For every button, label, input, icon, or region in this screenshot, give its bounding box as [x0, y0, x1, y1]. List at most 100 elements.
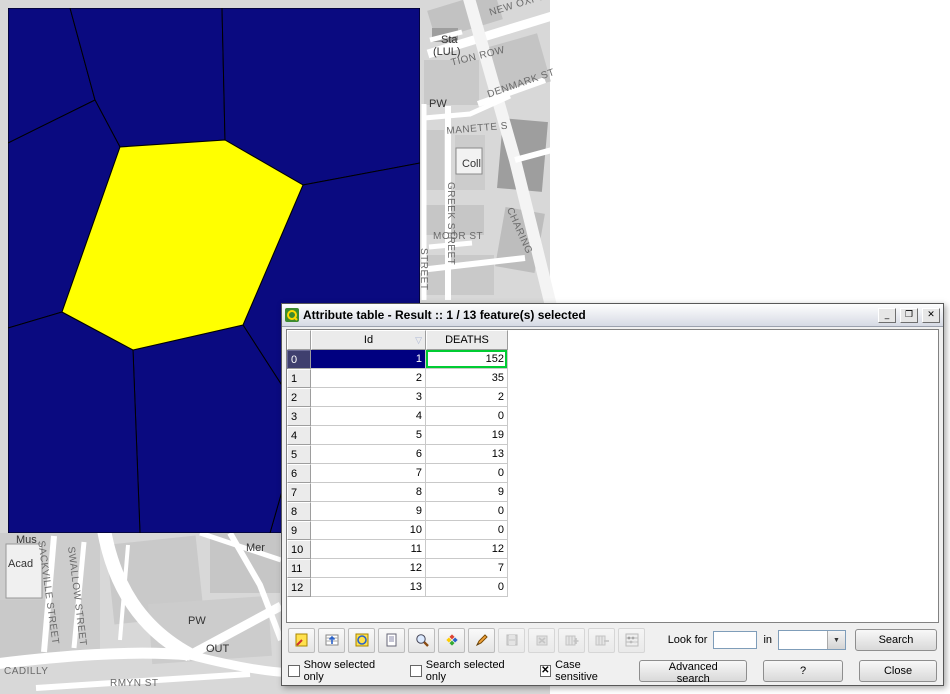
table-row: 7 8 9 [287, 483, 938, 502]
cell-id[interactable]: 11 [311, 540, 426, 559]
cell-id[interactable]: 8 [311, 483, 426, 502]
cell-id[interactable]: 4 [311, 407, 426, 426]
cell-id[interactable]: 7 [311, 464, 426, 483]
dialog-body: Id ▽ DEATHS 0 1 152 1 2 35 [282, 327, 943, 685]
cell-id[interactable]: 6 [311, 445, 426, 464]
close-window-button[interactable]: ✕ [922, 308, 940, 323]
checkbox-box[interactable]: ✕ [540, 665, 552, 677]
show-selected-only-checkbox[interactable]: Show selected only [288, 659, 394, 683]
row-header[interactable]: 1 [287, 369, 311, 388]
street-label: CADILLY [4, 666, 48, 677]
checkbox-box[interactable] [410, 665, 422, 677]
cell-deaths[interactable]: 2 [426, 388, 508, 407]
checkbox-label: Case sensitive [555, 659, 623, 683]
cell-id[interactable]: 10 [311, 521, 426, 540]
poi-label: PW [429, 98, 447, 110]
row-header[interactable]: 10 [287, 540, 311, 559]
checkbox-box[interactable] [288, 665, 300, 677]
unselect-all-icon [294, 632, 310, 648]
toggle-editing-button[interactable] [468, 628, 495, 653]
column-header-id[interactable]: Id ▽ [311, 330, 426, 350]
cell-deaths[interactable]: 19 [426, 426, 508, 445]
cell-deaths[interactable]: 0 [426, 578, 508, 597]
cell-deaths[interactable]: 0 [426, 521, 508, 540]
cell-id[interactable]: 12 [311, 559, 426, 578]
close-button[interactable]: Close [859, 660, 937, 682]
row-header[interactable]: 5 [287, 445, 311, 464]
dialog-footer: Show selected only Search selected only … [286, 657, 939, 685]
maximize-button[interactable]: ❐ [900, 308, 918, 323]
cell-id[interactable]: 9 [311, 502, 426, 521]
checkbox-label: Show selected only [304, 659, 395, 683]
column-header-label: DEATHS [445, 334, 489, 346]
row-header[interactable]: 0 [287, 350, 311, 369]
help-button[interactable]: ? [763, 660, 843, 682]
cell-deaths[interactable]: 35 [426, 369, 508, 388]
save-edits-icon [504, 632, 520, 648]
attribute-table-window: Attribute table - Result :: 1 / 13 featu… [281, 303, 944, 686]
cell-id[interactable]: 1 [311, 350, 426, 369]
chevron-down-icon[interactable]: ▼ [827, 631, 845, 649]
search-selected-only-checkbox[interactable]: Search selected only [410, 659, 523, 683]
table-row: 3 4 0 [287, 407, 938, 426]
delete-selected-button [528, 628, 555, 653]
table-row: 9 10 0 [287, 521, 938, 540]
cell-deaths[interactable]: 152 [426, 350, 508, 369]
cell-deaths[interactable]: 0 [426, 502, 508, 521]
cell-deaths[interactable]: 0 [426, 464, 508, 483]
invert-selection-icon [354, 632, 370, 648]
field-calculator-button [618, 628, 645, 653]
row-header[interactable]: 3 [287, 407, 311, 426]
cell-id[interactable]: 2 [311, 369, 426, 388]
row-header[interactable]: 11 [287, 559, 311, 578]
poi-label: Mer [246, 542, 265, 554]
in-label: in [763, 634, 772, 646]
minimize-button[interactable]: _ [878, 308, 896, 323]
in-field-dropdown[interactable]: ▼ [778, 630, 846, 650]
delete-column-icon [594, 632, 610, 648]
cell-id[interactable]: 5 [311, 426, 426, 445]
cell-deaths[interactable]: 7 [426, 559, 508, 578]
case-sensitive-checkbox[interactable]: ✕ Case sensitive [540, 659, 624, 683]
cell-deaths[interactable]: 9 [426, 483, 508, 502]
street-label: RMYN ST [110, 678, 159, 689]
copy-selected-rows-button[interactable] [378, 628, 405, 653]
invert-selection-button[interactable] [348, 628, 375, 653]
delete-selected-icon [534, 632, 550, 648]
search-button[interactable]: Search [855, 629, 937, 651]
table-row: 4 5 19 [287, 426, 938, 445]
poi-label: Coll [462, 158, 481, 170]
unselect-all-button[interactable] [288, 628, 315, 653]
row-header[interactable]: 8 [287, 502, 311, 521]
table-row: 0 1 152 [287, 350, 938, 369]
row-header[interactable]: 9 [287, 521, 311, 540]
look-for-label: Look for [668, 634, 708, 646]
row-header[interactable]: 4 [287, 426, 311, 445]
advanced-search-button[interactable]: Advanced search [639, 660, 747, 682]
row-header[interactable]: 7 [287, 483, 311, 502]
row-header[interactable]: 6 [287, 464, 311, 483]
save-edits-button [498, 628, 525, 653]
move-selected-to-top-icon [324, 632, 340, 648]
row-header[interactable]: 2 [287, 388, 311, 407]
column-header-deaths[interactable]: DEATHS [426, 330, 508, 350]
cell-deaths[interactable]: 13 [426, 445, 508, 464]
voronoi-cell[interactable] [8, 312, 140, 533]
move-selected-to-top-button[interactable] [318, 628, 345, 653]
table-row: 11 12 7 [287, 559, 938, 578]
table-row: 5 6 13 [287, 445, 938, 464]
cell-deaths[interactable]: 12 [426, 540, 508, 559]
window-title: Attribute table - Result :: 1 / 13 featu… [303, 308, 874, 322]
poi-label: Acad [8, 558, 33, 570]
copy-rows-icon [384, 632, 400, 648]
titlebar[interactable]: Attribute table - Result :: 1 / 13 featu… [282, 304, 943, 327]
row-header[interactable]: 12 [287, 578, 311, 597]
cell-id[interactable]: 3 [311, 388, 426, 407]
pan-to-selected-button[interactable] [438, 628, 465, 653]
table-row: 10 11 12 [287, 540, 938, 559]
look-for-input[interactable] [713, 631, 757, 649]
cell-deaths[interactable]: 0 [426, 407, 508, 426]
zoom-to-selected-button[interactable] [408, 628, 435, 653]
table-corner[interactable] [287, 330, 311, 350]
cell-id[interactable]: 13 [311, 578, 426, 597]
